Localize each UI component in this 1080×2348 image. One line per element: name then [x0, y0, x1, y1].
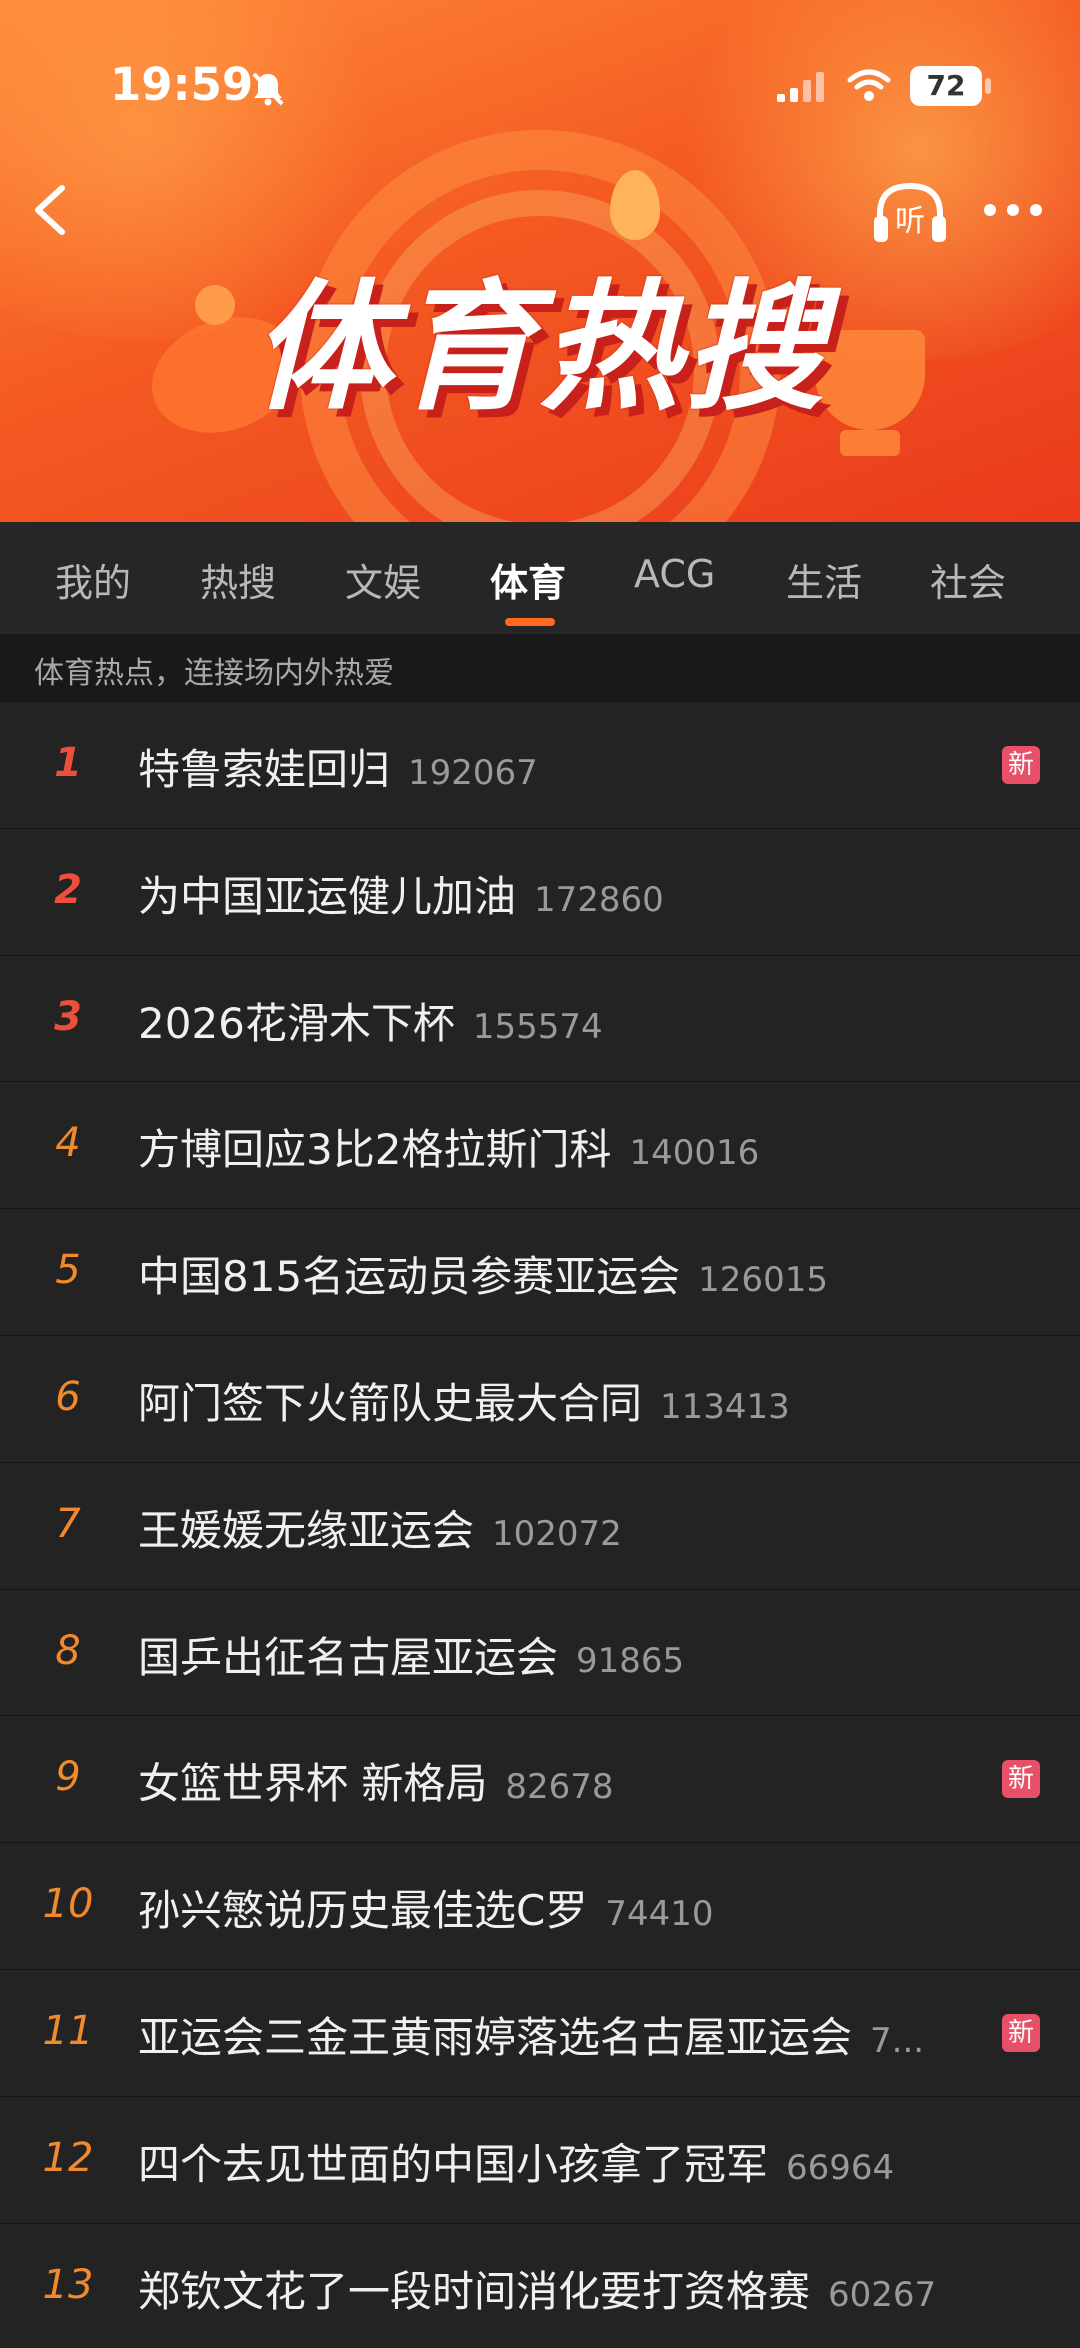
header-banner: 体育热搜 19:59 72 听 [0, 0, 1080, 522]
tab-acg[interactable]: ACG [634, 552, 715, 596]
tab-ent[interactable]: 文娱 [345, 552, 421, 607]
item-title: 2026花滑木下杯 [138, 998, 455, 1048]
item-title: 方博回应3比2格拉斯门科 [138, 1125, 612, 1175]
rank-number: 6 [55, 1373, 81, 1420]
rank-number: 13 [42, 2261, 94, 2308]
item-count: 192067 [408, 753, 538, 793]
list-item[interactable]: 3 2026花滑木下杯 155574 [0, 955, 1080, 1083]
more-options-icon[interactable] [978, 190, 1048, 230]
list-item[interactable]: 4 方博回应3比2格拉斯门科 140016 [0, 1082, 1080, 1210]
rank-number: 10 [42, 1881, 94, 1928]
subtitle-bar: 体育热点，连接场内外热爱 [0, 634, 1080, 702]
item-count: 155574 [472, 1006, 603, 1047]
list-item[interactable]: 1 特鲁索娃回归 192067 新 [0, 702, 1080, 829]
list-item[interactable]: 6 阿门签下火箭队史最大合同 113413 [0, 1335, 1080, 1463]
tab-life[interactable]: 生活 [786, 552, 862, 607]
item-title: 四个去见世面的中国小孩拿了冠军 [138, 2139, 769, 2189]
list-item[interactable]: 2 为中国亚运健儿加油 172860 [0, 828, 1080, 956]
bell-muted-icon [252, 72, 284, 106]
item-count: 102072 [492, 1513, 622, 1554]
rank-number: 4 [55, 1120, 81, 1167]
battery-tip [985, 78, 991, 94]
status-time: 19:59 [110, 58, 254, 111]
item-count: 91865 [576, 1640, 685, 1681]
active-tab-indicator [505, 618, 555, 626]
battery-indicator: 72 [910, 66, 982, 106]
new-badge: 新 [1002, 1760, 1040, 1799]
item-count: 74410 [605, 1894, 714, 1935]
item-count: 172860 [534, 879, 664, 920]
rank-number: 12 [42, 2134, 94, 2181]
page-title: 体育热搜 [251, 267, 828, 430]
item-title: 中国815名运动员参赛亚运会 [138, 1252, 681, 1302]
hot-search-list: 1 特鲁索娃回归 192067 新 2 为中国亚运健儿加油 172860 3 202… [0, 702, 1080, 2348]
list-item[interactable]: 5 中国815名运动员参赛亚运会 126015 [0, 1209, 1080, 1336]
rank-number: 8 [55, 1627, 81, 1674]
item-count: 66964 [786, 2147, 895, 2188]
item-title: 为中国亚运健儿加油 [138, 871, 517, 921]
item-count: 82678 [505, 1767, 614, 1808]
rank-number: 3 [54, 993, 82, 1040]
item-title: 亚运会三金王黄雨婷落选名古屋亚运会 [138, 2012, 853, 2062]
list-item[interactable]: 7 王媛媛无缘亚运会 102072 [0, 1462, 1080, 1590]
rank-number: 2 [54, 866, 82, 913]
item-title: 郑钦文花了一段时间消化要打资格赛 [138, 2266, 811, 2316]
new-badge: 新 [1002, 746, 1040, 784]
new-badge: 新 [1002, 2013, 1040, 2052]
item-title: 特鲁索娃回归 [138, 745, 391, 794]
listen-label: 听 [895, 204, 925, 239]
cellular-signal-icon [777, 72, 824, 102]
list-item[interactable]: 13 郑钦文花了一段时间消化要打资格赛 60267 [0, 2223, 1080, 2348]
rank-number: 11 [42, 2007, 94, 2054]
rank-number: 9 [55, 1754, 81, 1801]
category-tabs: 我的 热搜 文娱 体育 ACG 生活 社会 [0, 522, 1080, 634]
list-item[interactable]: 12 四个去见世面的中国小孩拿了冠军 66964 [0, 2096, 1080, 2224]
rank-number: 7 [55, 1500, 81, 1547]
list-item[interactable]: 10 孙兴慜说历史最佳选C罗 74410 [0, 1843, 1080, 1970]
back-arrow-icon[interactable] [26, 180, 76, 240]
rank-number: 1 [54, 740, 82, 786]
wifi-icon [847, 69, 891, 101]
tab-sports[interactable]: 体育 [490, 552, 566, 607]
tab-hot[interactable]: 热搜 [200, 552, 276, 607]
tab-mine[interactable]: 我的 [55, 552, 131, 607]
tab-society[interactable]: 社会 [930, 552, 1006, 607]
item-count: 7... [870, 2020, 925, 2061]
item-count: 113413 [660, 1386, 790, 1427]
item-title: 国乒出征名古屋亚运会 [138, 1632, 559, 1682]
list-item[interactable]: 11 亚运会三金王黄雨婷落选名古屋亚运会 7... 新 [0, 1969, 1080, 2097]
rank-number: 5 [55, 1247, 81, 1294]
item-title: 女篮世界杯 新格局 [138, 1759, 488, 1809]
item-count: 140016 [629, 1133, 760, 1174]
subtitle-text: 体育热点，连接场内外热爱 [34, 656, 394, 691]
list-item[interactable]: 8 国乒出征名古屋亚运会 91865 [0, 1589, 1080, 1717]
item-title: 王媛媛无缘亚运会 [138, 1505, 475, 1555]
item-title: 阿门签下火箭队史最大合同 [138, 1378, 643, 1428]
item-title: 孙兴慜说历史最佳选C罗 [138, 1886, 588, 1936]
list-item[interactable]: 9 女篮世界杯 新格局 82678 新 [0, 1716, 1080, 1844]
item-count: 60267 [828, 2274, 937, 2315]
item-count: 126015 [698, 1260, 828, 1301]
